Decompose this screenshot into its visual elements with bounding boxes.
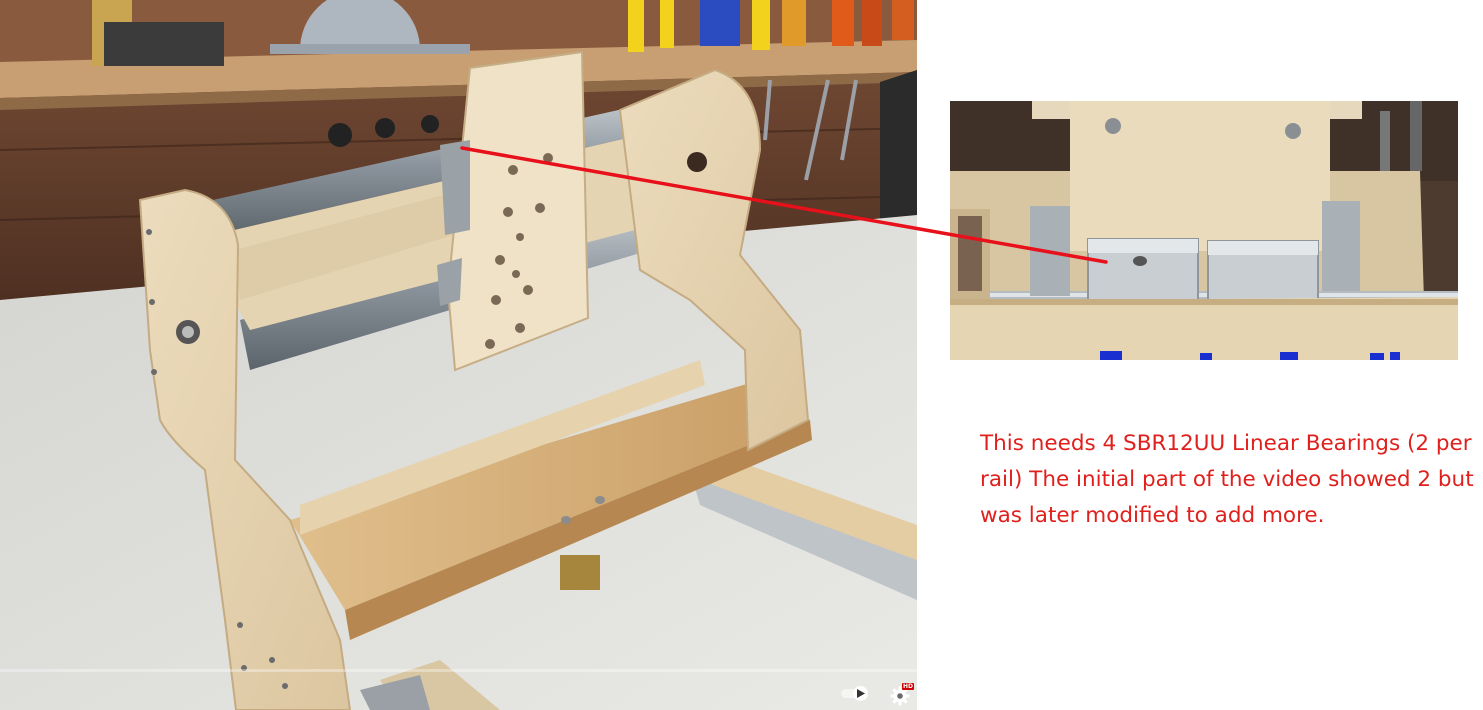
- hd-badge: HD: [902, 683, 915, 690]
- cnc-frame-photo: [0, 0, 917, 710]
- annotation-note: This needs 4 SBR12UU Linear Bearings (2 …: [980, 431, 1474, 528]
- video-progress-bar[interactable]: [0, 669, 917, 672]
- video-progress-fill: [0, 669, 51, 672]
- autoplay-toggle-icon[interactable]: [841, 686, 871, 701]
- video-frame[interactable]: HD: [0, 0, 917, 710]
- settings-gear-icon[interactable]: HD: [890, 683, 915, 706]
- protractor: [300, 0, 420, 50]
- bearing-closeup-image: [950, 101, 1458, 360]
